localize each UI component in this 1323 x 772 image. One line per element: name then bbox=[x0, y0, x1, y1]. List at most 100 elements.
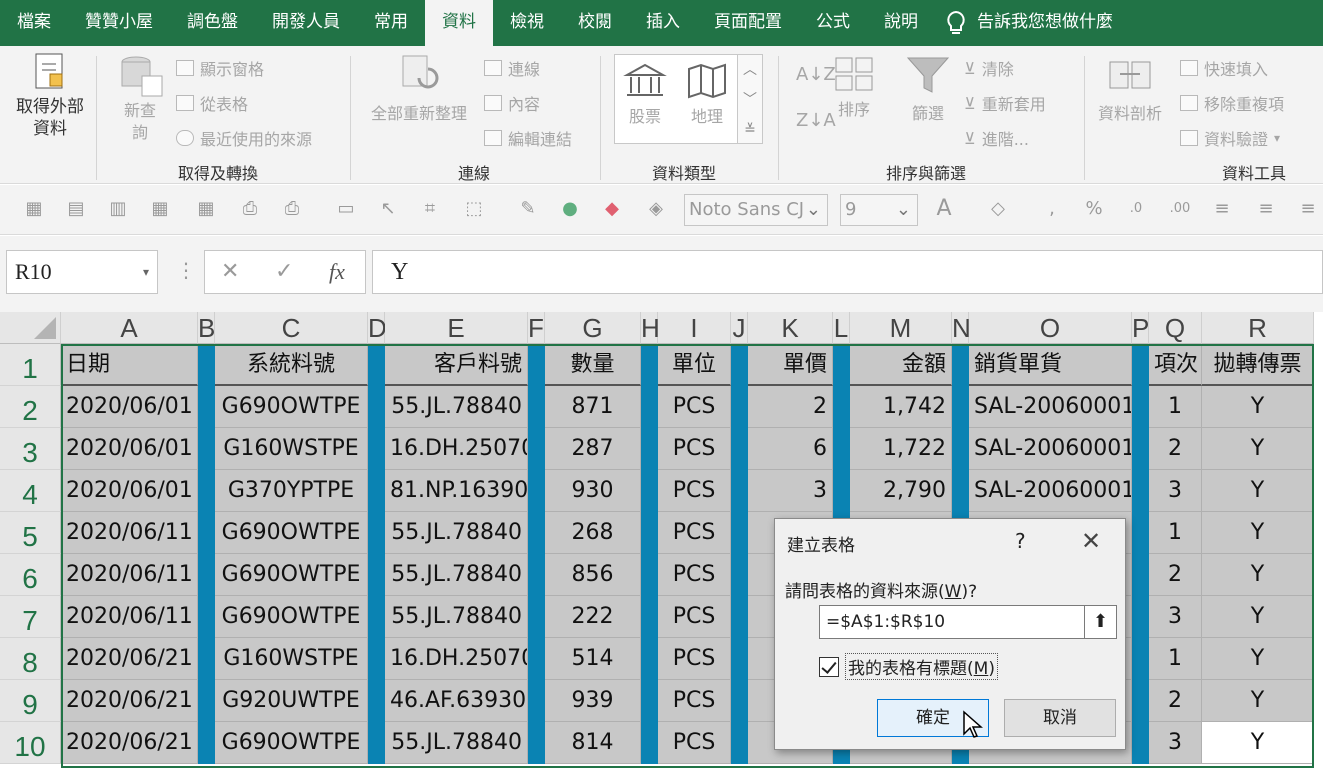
help-button[interactable]: ? bbox=[1015, 529, 1026, 553]
cell-H8[interactable] bbox=[641, 638, 658, 680]
cell-N3[interactable] bbox=[952, 428, 969, 470]
print-preview-icon[interactable]: ⎙ bbox=[238, 197, 262, 221]
font-size-select[interactable]: 9 ⌄ bbox=[840, 194, 918, 226]
cell-E3[interactable]: 16.DH.25070 bbox=[385, 428, 528, 470]
cell-Q6[interactable]: 2 bbox=[1149, 554, 1202, 596]
select-all-corner[interactable] bbox=[0, 312, 61, 344]
cell-R7[interactable]: Y bbox=[1202, 596, 1314, 638]
cell-C5[interactable]: G690OWTPE bbox=[215, 512, 368, 554]
filter-button[interactable]: 篩選 bbox=[906, 56, 950, 124]
cell-P5[interactable] bbox=[1132, 512, 1149, 554]
cell-B7[interactable] bbox=[198, 596, 215, 638]
table-grid-icon[interactable]: ▦ bbox=[194, 197, 218, 221]
cell-P4[interactable] bbox=[1132, 470, 1149, 512]
cell-D1[interactable] bbox=[368, 344, 385, 386]
cell-A4[interactable]: 2020/06/01 bbox=[61, 470, 198, 512]
text-to-columns-button[interactable]: 資料剖析 bbox=[1098, 56, 1162, 124]
cell-N2[interactable] bbox=[952, 386, 969, 428]
cell-B4[interactable] bbox=[198, 470, 215, 512]
cell-E7[interactable]: 55.JL.78840 bbox=[385, 596, 528, 638]
cell-Q4[interactable]: 3 bbox=[1149, 470, 1202, 512]
toolbar-icon-1[interactable]: ▦ bbox=[22, 197, 46, 221]
menu-tab-5[interactable]: 資料 bbox=[425, 0, 493, 46]
cell-K2[interactable]: 2 bbox=[748, 386, 833, 428]
cell-E1[interactable]: 客戶料號 bbox=[385, 344, 528, 386]
cell-K3[interactable]: 6 bbox=[748, 428, 833, 470]
column-header-C[interactable]: C bbox=[215, 312, 368, 344]
cell-G7[interactable]: 222 bbox=[545, 596, 641, 638]
cell-J6[interactable] bbox=[731, 554, 748, 596]
cell-B2[interactable] bbox=[198, 386, 215, 428]
cell-J10[interactable] bbox=[731, 722, 748, 764]
format-painter-icon[interactable]: ✎ bbox=[516, 197, 540, 221]
cell-G3[interactable]: 287 bbox=[545, 428, 641, 470]
cancel-icon[interactable]: ✕ bbox=[221, 259, 239, 284]
cell-J5[interactable] bbox=[731, 512, 748, 554]
cell-G9[interactable]: 939 bbox=[545, 680, 641, 722]
align-left-icon[interactable]: ≡ bbox=[1210, 197, 1234, 221]
column-header-J[interactable]: J bbox=[731, 312, 748, 344]
column-header-H[interactable]: H bbox=[641, 312, 660, 344]
column-header-I[interactable]: I bbox=[658, 312, 731, 344]
cell-J4[interactable] bbox=[731, 470, 748, 512]
checkbox-checked-icon[interactable] bbox=[819, 656, 839, 677]
screen-icon[interactable]: ▭ bbox=[334, 197, 358, 221]
cell-I5[interactable]: PCS bbox=[658, 512, 731, 554]
flash-fill-button[interactable]: 快速填入 bbox=[1180, 56, 1268, 80]
cell-Q9[interactable]: 2 bbox=[1149, 680, 1202, 722]
cell-A10[interactable]: 2020/06/21 bbox=[61, 722, 198, 764]
cell-D2[interactable] bbox=[368, 386, 385, 428]
has-headers-checkbox[interactable]: 我的表格有標題(M) bbox=[819, 653, 998, 680]
cell-Q8[interactable]: 1 bbox=[1149, 638, 1202, 680]
cell-L2[interactable] bbox=[833, 386, 850, 428]
cell-I1[interactable]: 單位 bbox=[658, 344, 731, 386]
cell-J9[interactable] bbox=[731, 680, 748, 722]
cell-G4[interactable]: 930 bbox=[545, 470, 641, 512]
cell-P6[interactable] bbox=[1132, 554, 1149, 596]
cell-R4[interactable]: Y bbox=[1202, 470, 1314, 512]
row-header-2[interactable]: 2 bbox=[0, 386, 61, 428]
select-objects-icon[interactable]: ⬚ bbox=[462, 197, 486, 221]
cell-D4[interactable] bbox=[368, 470, 385, 512]
cell-G5[interactable]: 268 bbox=[545, 512, 641, 554]
column-header-A[interactable]: A bbox=[61, 312, 198, 344]
properties-button[interactable]: 內容 bbox=[484, 91, 540, 115]
cell-G8[interactable]: 514 bbox=[545, 638, 641, 680]
cell-I3[interactable]: PCS bbox=[658, 428, 731, 470]
cell-A7[interactable]: 2020/06/11 bbox=[61, 596, 198, 638]
row-header-7[interactable]: 7 bbox=[0, 596, 61, 638]
cell-G2[interactable]: 871 bbox=[545, 386, 641, 428]
sort-ascending-button[interactable]: A↓Z bbox=[796, 64, 836, 85]
cell-J1[interactable] bbox=[731, 344, 748, 386]
cell-H4[interactable] bbox=[641, 470, 658, 512]
circle-shape-icon[interactable]: ● bbox=[558, 197, 582, 221]
cell-P2[interactable] bbox=[1132, 386, 1149, 428]
increase-decimal-icon[interactable]: .0 bbox=[1124, 197, 1148, 221]
cell-M2[interactable]: 1,742 bbox=[850, 386, 952, 428]
range-input[interactable]: =$A$1:$R$10 ⬆ bbox=[819, 605, 1117, 639]
cell-P10[interactable] bbox=[1132, 722, 1149, 764]
cell-P7[interactable] bbox=[1132, 596, 1149, 638]
cell-Q5[interactable]: 1 bbox=[1149, 512, 1202, 554]
font-name-select[interactable]: Noto Sans CJ ⌄ bbox=[684, 194, 828, 226]
cell-I8[interactable]: PCS bbox=[658, 638, 731, 680]
menu-tab-3[interactable]: 開發人員 bbox=[255, 0, 357, 46]
cell-H7[interactable] bbox=[641, 596, 658, 638]
cell-C9[interactable]: G920UWTPE bbox=[215, 680, 368, 722]
cell-P3[interactable] bbox=[1132, 428, 1149, 470]
cell-M4[interactable]: 2,790 bbox=[850, 470, 952, 512]
collapse-dialog-icon[interactable]: ⬆ bbox=[1084, 606, 1116, 638]
menu-tab-0[interactable]: 檔案 bbox=[0, 0, 68, 46]
cell-D10[interactable] bbox=[368, 722, 385, 764]
cell-I7[interactable]: PCS bbox=[658, 596, 731, 638]
cell-J7[interactable] bbox=[731, 596, 748, 638]
formula-input[interactable]: Y bbox=[372, 250, 1323, 294]
cell-P1[interactable] bbox=[1132, 344, 1149, 386]
cell-C6[interactable]: G690OWTPE bbox=[215, 554, 368, 596]
menu-tab-11[interactable]: 說明 bbox=[867, 0, 935, 46]
menu-tab-8[interactable]: 插入 bbox=[629, 0, 697, 46]
column-header-M[interactable]: M bbox=[850, 312, 952, 344]
cell-F1[interactable] bbox=[528, 344, 545, 386]
cell-D5[interactable] bbox=[368, 512, 385, 554]
row-header-1[interactable]: 1 bbox=[0, 344, 61, 386]
